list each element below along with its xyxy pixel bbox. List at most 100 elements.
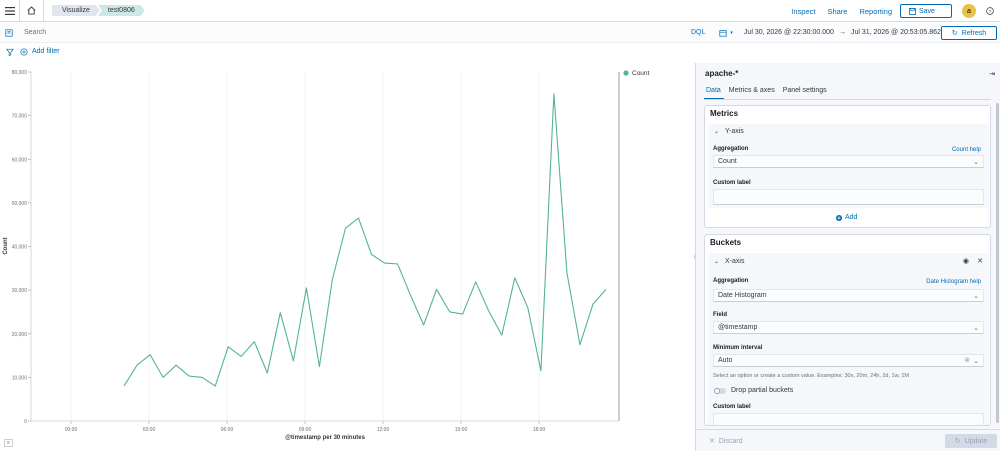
tab-panel-settings[interactable]: Panel settings [781,85,830,100]
y-tick-label: 30,000 [12,288,28,294]
editor-tabs: Data Metrics & axes Panel settings [704,85,833,100]
chevron-down-icon: ⌄ [973,159,979,166]
bucket-custom-label-label: Custom label [713,404,751,410]
filter-bar: Add filter [0,43,1000,60]
breadcrumb-current: test0806 [98,5,145,16]
share-link[interactable]: Share [827,7,847,16]
count-help-link[interactable]: Count help [952,147,981,153]
interval-select[interactable]: Auto ⊗ ⌄ [713,354,984,367]
y-tick-label: 80,000 [12,70,28,76]
add-filter-label: Add filter [32,48,60,55]
query-bar: Search DQL ▾ Jul 30, 2026 @ 22:30:00.000… [0,23,1000,43]
reporting-link[interactable]: Reporting [859,7,892,16]
x-axis-title: @timestamp per 30 minutes [285,435,366,441]
save-button[interactable]: Save [900,4,952,18]
custom-label-label: Custom label [713,180,751,186]
interval-label: Minimum interval [713,345,763,351]
clear-icon[interactable]: ⊗ [964,356,970,364]
save-icon [909,7,916,15]
query-language-toggle[interactable]: DQL [691,29,705,36]
aggregation-select[interactable]: Count ⌄ [713,155,984,168]
refresh-label: Refresh [961,29,987,37]
x-tick-label: 12:00 [377,427,390,433]
line-chart[interactable]: 00:00 03:00 06:00 09:00 12:00 15:00 18:00 0 10,0… [0,63,694,451]
collapse-panel-icon[interactable]: ⇥ [989,70,995,78]
eye-icon[interactable]: ◉ [963,257,969,265]
legend-toggle-icon[interactable]: ≡ [4,439,13,447]
top-nav-bar: Visualize test0806 Inspect Share Reporti… [0,0,1000,22]
y-axis-title: Count [3,237,9,254]
close-icon[interactable]: ✕ [977,257,983,265]
y-tick-label: 10,000 [12,375,28,381]
filter-icon[interactable] [0,48,20,56]
aggregation-value: Count [718,158,737,165]
menu-icon[interactable] [0,0,20,22]
close-icon: ✕ [709,438,715,445]
x-tick-label: 06:00 [221,427,234,433]
drop-partial-toggle[interactable] [714,388,726,394]
chevron-down-icon: ⌄ [973,293,979,300]
time-arrow: → [838,29,846,36]
x-axis-label[interactable]: X-axis [725,258,744,265]
x-axis-agg: ⌄ X-axis ◉ ✕ Aggregation Date Histogram … [708,253,989,425]
custom-label-input[interactable] [713,189,984,205]
metrics-section: Metrics ⌄ Y-axis Aggregation Count help … [704,105,991,228]
series-line-count [123,93,607,387]
field-value: @timestamp [718,324,758,331]
chevron-down-icon[interactable]: ▾ [730,30,733,36]
home-icon[interactable] [20,0,44,22]
x-tick-label: 18:00 [533,427,546,433]
add-label: Add [845,214,858,221]
interval-value: Auto [718,357,733,364]
buckets-section: Buckets ⌄ X-axis ◉ ✕ Aggregation Date Hi… [704,234,991,426]
refresh-icon: ↻ [951,30,958,37]
y-tick-label: 0 [24,419,27,425]
save-label: Save [919,7,935,15]
svg-text:?: ? [989,9,992,15]
chart-panel: 00:00 03:00 06:00 09:00 12:00 15:00 18:00 0 10,0… [0,63,694,451]
y-tick-label: 60,000 [12,157,28,163]
avatar[interactable]: a [962,4,976,18]
editor-side-panel: apache-* ⇥ Data Metrics & axes Panel set… [695,63,1000,451]
x-tick-label: 00:00 [65,427,78,433]
side-panel-scrollbar[interactable] [996,103,999,423]
plus-circle-icon [836,214,842,221]
update-button[interactable]: ↻ Update [945,434,997,448]
inspect-link[interactable]: Inspect [791,7,815,16]
y-axis-agg: ⌄ Y-axis Aggregation Count help Count ⌄ … [708,124,989,208]
breadcrumb: Visualize test0806 [52,5,145,16]
time-end[interactable]: Jul 31, 2026 @ 20:53:05.862 [851,29,941,36]
tab-metrics-axes[interactable]: Metrics & axes [727,85,778,100]
add-metric-button[interactable]: Add [836,214,857,221]
aggregation-label: Aggregation [713,146,749,152]
search-input[interactable]: Search [24,29,689,36]
discard-button[interactable]: ✕ Discard [709,437,743,446]
chevron-down-icon: ⌄ [973,325,979,332]
breadcrumb-visualize[interactable]: Visualize [52,5,100,16]
help-icon[interactable]: ? [986,7,994,15]
y-axis-label[interactable]: Y-axis [725,128,744,135]
plus-circle-icon [20,47,28,56]
y-tick-label: 70,000 [12,114,28,120]
refresh-button[interactable]: ↻ Refresh [941,26,997,40]
interval-help-text: Select an option or create a custom valu… [713,373,909,379]
drop-partial-label: Drop partial buckets [731,387,794,394]
bucket-aggregation-select[interactable]: Date Histogram ⌄ [713,289,984,302]
y-tick-label: 40,000 [12,245,28,251]
bucket-custom-label-input[interactable] [713,413,984,425]
legend-color-dot [623,70,629,76]
date-histogram-help-link[interactable]: Date Histogram help [926,279,981,285]
saved-query-icon[interactable] [0,23,18,43]
update-label: Update [964,437,988,445]
field-select[interactable]: @timestamp ⌄ [713,321,984,334]
chevron-down-icon[interactable]: ⌄ [714,128,719,135]
buckets-title: Buckets [710,238,742,247]
chevron-down-icon[interactable]: ⌄ [714,258,719,265]
refresh-icon: ↻ [954,438,961,445]
calendar-icon[interactable] [719,29,727,37]
time-start[interactable]: Jul 30, 2026 @ 22:30:00.000 [744,29,834,36]
add-filter-button[interactable]: Add filter [20,47,60,56]
editor-footer: ✕ Discard ↻ Update [696,429,1000,451]
tab-data[interactable]: Data [704,85,724,100]
date-picker[interactable]: ▾ Jul 30, 2026 @ 22:30:00.000 → Jul 31, … [719,29,941,37]
